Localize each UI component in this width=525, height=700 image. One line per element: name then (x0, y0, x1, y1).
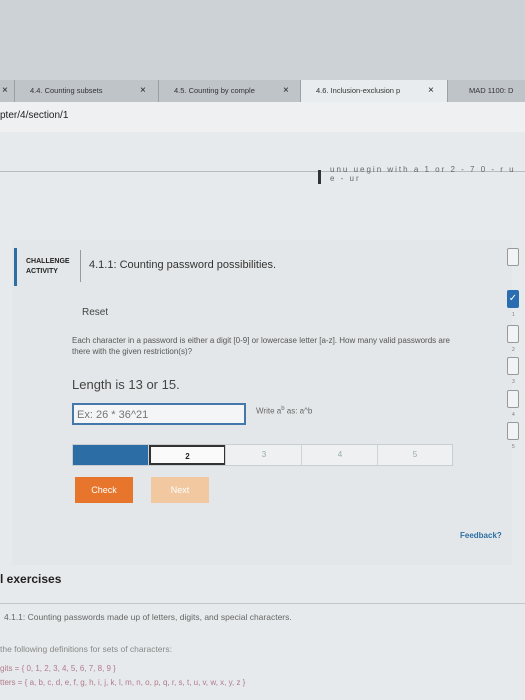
hint-suffix: as: a^b (284, 406, 313, 416)
letters-set: tters = { a, b, c, d, e, f, g, h, i, j, … (0, 678, 246, 687)
exercises-heading: l exercises (0, 572, 62, 586)
progress-step-2[interactable]: 2 (149, 445, 226, 465)
tab-inclusion-exclusion[interactable]: 4.6. Inclusion-exclusion p (316, 82, 400, 100)
tab-mad-1100[interactable]: MAD 1100: D (469, 82, 513, 100)
exponent-hint: Write ab as: a^b (256, 406, 312, 416)
progress-step-3[interactable]: 3 (226, 445, 302, 465)
progress-step-1[interactable] (73, 445, 149, 465)
book-header-text: unu uegin with a 1 or 2 - 7 0 - r u e - … (330, 165, 516, 183)
progress-step-5[interactable]: 5 (378, 445, 452, 465)
check-number: 5 (512, 444, 515, 450)
digits-set: gits = { 0, 1, 2, 3, 4, 5, 6, 7, 8, 9 } (0, 664, 116, 673)
check-number: 3 (512, 379, 515, 385)
activity-title: 4.1.1: Counting password possibilities. (89, 259, 277, 271)
check-number: 4 (512, 412, 515, 418)
tab-separator (14, 80, 15, 102)
completed-check-icon: ✓ (507, 290, 519, 308)
feedback-link[interactable]: Feedback? (460, 531, 502, 540)
badge-line-1: CHALLENGE (26, 258, 70, 265)
empty-checkbox-icon (507, 248, 519, 266)
empty-checkbox-icon (507, 390, 519, 408)
book-header-marker (318, 170, 321, 184)
badge-line-2: ACTIVITY (26, 268, 58, 275)
url-text[interactable]: pter/4/section/1 (0, 110, 68, 121)
challenge-activity-badge: CHALLENGE ACTIVITY (26, 257, 70, 277)
answer-field[interactable] (72, 403, 246, 425)
progress-step-4[interactable]: 4 (302, 445, 378, 465)
exercise-item[interactable]: 4.1.1: Counting passwords made up of let… (4, 612, 292, 622)
tab-close-icon[interactable]: × (428, 82, 434, 100)
next-button[interactable]: Next (151, 477, 209, 503)
empty-checkbox-icon (507, 422, 519, 440)
problem-description: Each character in a password is either a… (72, 336, 450, 356)
tab-counting-by-complement[interactable]: 4.5. Counting by comple (174, 82, 255, 100)
tab-counting-subsets[interactable]: 4.4. Counting subsets (30, 82, 103, 100)
tab-close-icon[interactable]: × (2, 82, 8, 100)
address-bar[interactable] (0, 102, 525, 133)
badge-divider (80, 250, 81, 282)
check-number: 2 (512, 347, 515, 353)
card-accent-bar (14, 248, 17, 286)
level-progress-bar: 2345 (72, 444, 453, 466)
empty-checkbox-icon (507, 357, 519, 375)
problem-prompt: Length is 13 or 15. (72, 377, 180, 392)
hint-prefix: Write a (256, 406, 282, 416)
tab-separator (158, 80, 159, 102)
exercises-divider (0, 603, 525, 604)
check-number: 1 (512, 312, 515, 318)
desktop-background (0, 0, 525, 80)
empty-checkbox-icon (507, 325, 519, 343)
reset-button[interactable]: Reset (82, 307, 108, 318)
check-button[interactable]: Check (75, 477, 133, 503)
tab-close-icon[interactable]: × (140, 82, 146, 100)
tab-close-icon[interactable]: × (283, 82, 289, 100)
definitions-intro: the following definitions for sets of ch… (0, 644, 172, 654)
answer-input[interactable] (74, 406, 237, 424)
tab-separator (447, 80, 448, 102)
